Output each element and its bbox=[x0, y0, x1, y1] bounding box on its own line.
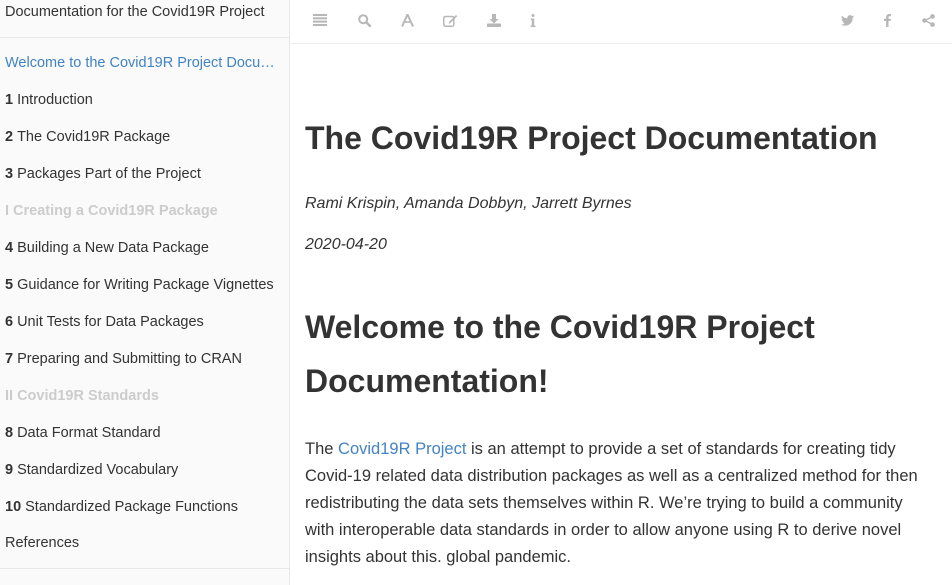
book-header-toolbar bbox=[290, 0, 952, 44]
toc-item-number: 1 bbox=[5, 92, 14, 108]
toc-item-label: Standardized Vocabulary bbox=[17, 462, 179, 478]
toc-item-number: 9 bbox=[5, 462, 14, 478]
page-title: The Covid19R Project Documentation bbox=[305, 120, 878, 156]
sidebar-toc: Documentation for the Covid19R Project W… bbox=[0, 0, 290, 585]
edit-icon[interactable] bbox=[437, 9, 463, 31]
toc-item-package-functions[interactable]: 10 Standardized Package Functions bbox=[5, 499, 275, 516]
intro-text: is an attempt to provide a set of standa… bbox=[305, 440, 918, 566]
menu-icon[interactable] bbox=[307, 9, 333, 31]
font-icon[interactable] bbox=[394, 9, 420, 31]
toc-item-number: 6 bbox=[5, 314, 14, 330]
toc-item-unit-tests[interactable]: 6 Unit Tests for Data Packages bbox=[5, 314, 275, 331]
toc-item-label: Introduction bbox=[17, 92, 93, 108]
toc-item-number: 5 bbox=[5, 277, 14, 293]
toc-item-covid19r-package[interactable]: 2 The Covid19R Package bbox=[5, 129, 275, 146]
toc-item-label: Data Format Standard bbox=[17, 425, 161, 441]
toc-item-label: The Covid19R Package bbox=[17, 129, 171, 145]
section-heading: Welcome to the Covid19R Project Document… bbox=[305, 309, 815, 399]
toc-item-references[interactable]: References bbox=[5, 535, 275, 552]
toc-item-welcome[interactable]: Welcome to the Covid19R Project Document… bbox=[5, 55, 275, 72]
toc-part-heading: II Covid19R Standards bbox=[5, 388, 159, 404]
toc-part-heading: I Creating a Covid19R Package bbox=[5, 203, 218, 219]
toc-item-label: Preparing and Submitting to CRAN bbox=[17, 351, 242, 367]
toc-item-number: 7 bbox=[5, 351, 14, 367]
toc-item-number: 10 bbox=[5, 499, 22, 515]
toc-item-vocabulary[interactable]: 9 Standardized Vocabulary bbox=[5, 462, 275, 479]
authors: Rami Krispin, Amanda Dobbyn, Jarrett Byr… bbox=[305, 195, 632, 212]
intro-paragraph: The Covid19R Project is an attempt to pr… bbox=[305, 436, 935, 571]
toc-item-number: 3 bbox=[5, 166, 14, 182]
toc-item-label: Guidance for Writing Package Vignettes bbox=[17, 277, 274, 293]
toc-item-introduction[interactable]: 1 Introduction bbox=[5, 92, 275, 109]
sidebar-divider bbox=[0, 37, 289, 38]
toc-item-number: 8 bbox=[5, 425, 14, 441]
toc-item-label: Standardized Package Functions bbox=[25, 499, 238, 515]
toc-item-vignettes[interactable]: 5 Guidance for Writing Package Vignettes bbox=[5, 277, 275, 294]
twitter-icon[interactable] bbox=[834, 9, 860, 31]
toc-item-number: 4 bbox=[5, 240, 14, 256]
toc-item-label: Packages Part of the Project bbox=[17, 166, 201, 182]
publish-date: 2020-04-20 bbox=[305, 236, 387, 253]
toc-item-label: Building a New Data Package bbox=[17, 240, 209, 256]
facebook-icon[interactable] bbox=[874, 9, 900, 31]
toc-item-label: Unit Tests for Data Packages bbox=[17, 314, 204, 330]
toc-item-packages-part[interactable]: 3 Packages Part of the Project bbox=[5, 166, 275, 183]
sidebar-divider bbox=[0, 568, 289, 569]
download-icon[interactable] bbox=[481, 9, 507, 31]
toc-item-data-format[interactable]: 8 Data Format Standard bbox=[5, 425, 275, 442]
intro-text: The bbox=[305, 440, 339, 458]
toc-item-building-package[interactable]: 4 Building a New Data Package bbox=[5, 240, 275, 257]
info-icon[interactable] bbox=[520, 9, 546, 31]
covid19r-project-link[interactable]: Covid19R Project bbox=[338, 440, 466, 458]
toc-item-number: 2 bbox=[5, 129, 14, 145]
search-icon[interactable] bbox=[351, 9, 377, 31]
toc-item-cran[interactable]: 7 Preparing and Submitting to CRAN bbox=[5, 351, 275, 368]
book-title[interactable]: Documentation for the Covid19R Project bbox=[5, 4, 285, 21]
share-icon[interactable] bbox=[915, 9, 941, 31]
